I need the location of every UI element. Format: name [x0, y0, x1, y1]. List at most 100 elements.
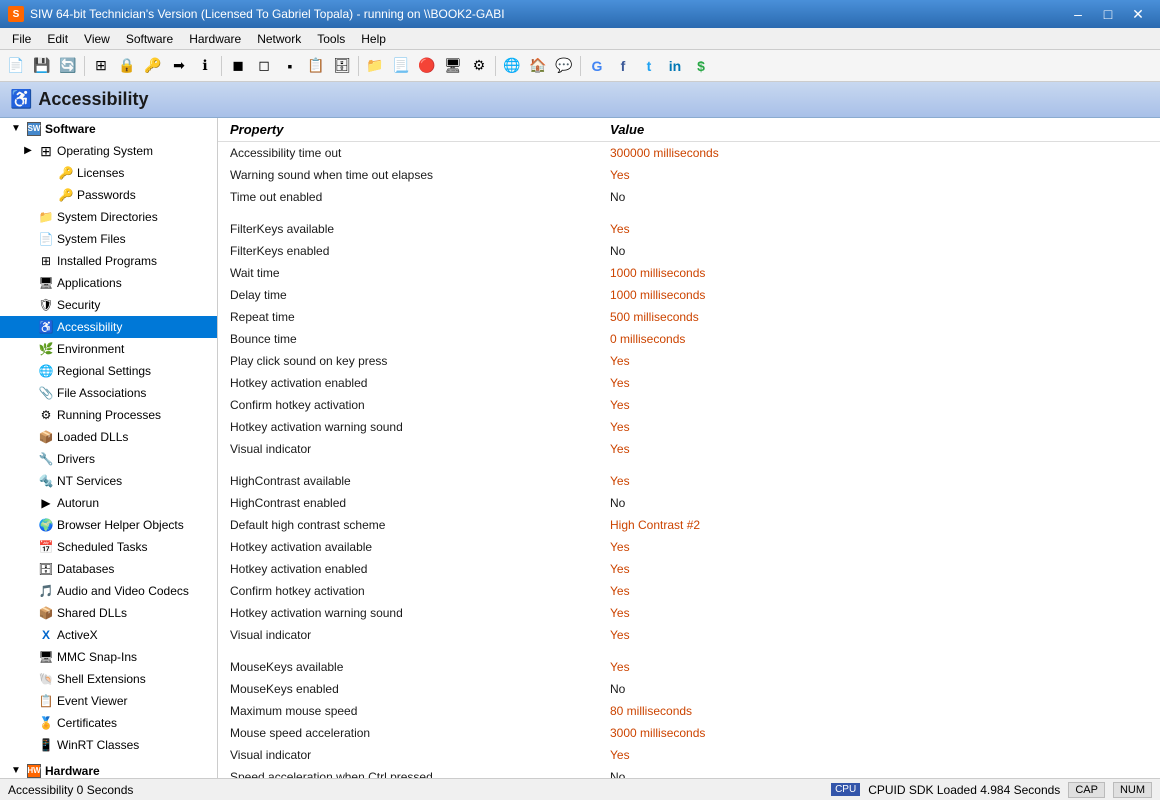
table-row: Maximum mouse speed80 milliseconds	[218, 700, 1160, 722]
menu-file[interactable]: File	[4, 30, 39, 48]
property-value: 3000 milliseconds	[598, 722, 1160, 744]
toolbar-save[interactable]: 💾	[30, 54, 54, 78]
sidebar-item-fileassoc[interactable]: 📎 File Associations	[0, 382, 217, 404]
toolbar-ie[interactable]: 🌐	[500, 54, 524, 78]
table-row: Play click sound on key pressYes	[218, 350, 1160, 372]
sidebar-item-dlls[interactable]: 📦 Loaded DLLs	[0, 426, 217, 448]
expander-os[interactable]: ▶	[20, 143, 36, 159]
toolbar-square1[interactable]: ◼	[226, 54, 250, 78]
toolbar-gear[interactable]: ⚙	[467, 54, 491, 78]
sidebar-item-tasks[interactable]: 📅 Scheduled Tasks	[0, 536, 217, 558]
toolbar-square3[interactable]: ▪	[278, 54, 302, 78]
status-text: Accessibility 0 Seconds	[8, 783, 133, 797]
toolbar-square2[interactable]: ◻	[252, 54, 276, 78]
sidebar-item-sysfiles[interactable]: 📄 System Files	[0, 228, 217, 250]
toolbar-key[interactable]: 🔑	[141, 54, 165, 78]
toolbar-info[interactable]: ℹ	[193, 54, 217, 78]
sidebar-item-licenses[interactable]: 🔑 Licenses	[0, 162, 217, 184]
sidebar-item-sysdirs[interactable]: 📁 System Directories	[0, 206, 217, 228]
sidebar-item-drivers[interactable]: 🔧 Drivers	[0, 448, 217, 470]
events-icon: 📋	[38, 693, 54, 709]
passwords-icon: 🔑	[58, 187, 74, 203]
toolbar-paper[interactable]: 📃	[389, 54, 413, 78]
menu-software[interactable]: Software	[118, 30, 181, 48]
toolbar-msg[interactable]: 💬	[552, 54, 576, 78]
sidebar-item-processes[interactable]: ⚙ Running Processes	[0, 404, 217, 426]
toolbar-refresh[interactable]: 🔄	[56, 54, 80, 78]
toolbar-g[interactable]: G	[585, 54, 609, 78]
menu-view[interactable]: View	[76, 30, 118, 48]
sidebar-item-programs[interactable]: ⊞ Installed Programs	[0, 250, 217, 272]
processes-icon: ⚙	[38, 407, 54, 423]
toolbar-monitor[interactable]: 🖥	[441, 54, 465, 78]
table-row: Visual indicatorYes	[218, 624, 1160, 646]
toolbar-db[interactable]: 🗄	[330, 54, 354, 78]
sidebar-item-activex[interactable]: X ActiveX	[0, 624, 217, 646]
menu-hardware[interactable]: Hardware	[181, 30, 249, 48]
table-row: Hotkey activation warning soundYes	[218, 416, 1160, 438]
toolbar-li[interactable]: in	[663, 54, 687, 78]
cpuid-text: CPUID SDK Loaded 4.984 Seconds	[868, 783, 1060, 797]
toolbar-circle-red[interactable]: 🔴	[415, 54, 439, 78]
toolbar-arrow[interactable]: ➡	[167, 54, 191, 78]
hardware-label: Hardware	[45, 762, 100, 778]
toolbar-tw[interactable]: t	[637, 54, 661, 78]
apps-label: Applications	[57, 274, 122, 292]
sidebar-item-mmc[interactable]: 🖥 MMC Snap-Ins	[0, 646, 217, 668]
property-table: Property Value Accessibility time out300…	[218, 118, 1160, 778]
sidebar-item-hardware[interactable]: ▼ HW Hardware	[0, 760, 217, 778]
table-row: MouseKeys enabledNo	[218, 678, 1160, 700]
toolbar-home[interactable]: 🏠	[526, 54, 550, 78]
sidebar-item-regional[interactable]: 🌐 Regional Settings	[0, 360, 217, 382]
table-row: HighContrast availableYes	[218, 470, 1160, 492]
sidebar-item-passwords[interactable]: 🔑 Passwords	[0, 184, 217, 206]
toolbar-folder[interactable]: 📁	[363, 54, 387, 78]
menu-help[interactable]: Help	[353, 30, 394, 48]
sidebar-item-services[interactable]: 🔩 NT Services	[0, 470, 217, 492]
sidebar-item-os[interactable]: ▶ ⊞ Operating System	[0, 140, 217, 162]
property-name: FilterKeys available	[218, 218, 598, 240]
sidebar-item-software[interactable]: ▼ SW Software	[0, 118, 217, 140]
page-title: Accessibility	[38, 89, 148, 110]
toolbar-sep-1	[84, 56, 85, 76]
property-value: Yes	[598, 350, 1160, 372]
sidebar-item-databases[interactable]: 🗄 Databases	[0, 558, 217, 580]
expander-hardware[interactable]: ▼	[8, 763, 24, 778]
property-value: Yes	[598, 656, 1160, 678]
toolbar-grid[interactable]: ⊞	[89, 54, 113, 78]
menu-edit[interactable]: Edit	[39, 30, 76, 48]
sidebar-item-apps[interactable]: 🖥 Applications	[0, 272, 217, 294]
sidebar-item-bho[interactable]: 🌍 Browser Helper Objects	[0, 514, 217, 536]
winrt-label: WinRT Classes	[57, 736, 139, 754]
sidebar-item-shareddlls[interactable]: 📦 Shared DLLs	[0, 602, 217, 624]
toolbar-clip[interactable]: 📋	[304, 54, 328, 78]
sidebar-item-environment[interactable]: 🌿 Environment	[0, 338, 217, 360]
toolbar-dollar[interactable]: $	[689, 54, 713, 78]
menu-network[interactable]: Network	[249, 30, 309, 48]
col-value: Value	[598, 118, 1160, 142]
sidebar-item-codecs[interactable]: 🎵 Audio and Video Codecs	[0, 580, 217, 602]
property-value: 80 milliseconds	[598, 700, 1160, 722]
toolbar-lock[interactable]: 🔒	[115, 54, 139, 78]
sidebar[interactable]: ▼ SW Software ▶ ⊞ Operating System 🔑 Lic…	[0, 118, 218, 778]
toolbar-fb[interactable]: f	[611, 54, 635, 78]
menu-tools[interactable]: Tools	[309, 30, 353, 48]
sidebar-item-security[interactable]: 🛡 Security	[0, 294, 217, 316]
environment-label: Environment	[57, 340, 124, 358]
fileassoc-icon: 📎	[38, 385, 54, 401]
table-row: Visual indicatorYes	[218, 438, 1160, 460]
property-name: Accessibility time out	[218, 142, 598, 165]
sidebar-item-shell[interactable]: 🐚 Shell Extensions	[0, 668, 217, 690]
toolbar-new[interactable]: 📄	[4, 54, 28, 78]
sidebar-item-events[interactable]: 📋 Event Viewer	[0, 690, 217, 712]
sidebar-item-autorun[interactable]: ▶ Autorun	[0, 492, 217, 514]
sidebar-item-certs[interactable]: 🏅 Certificates	[0, 712, 217, 734]
sidebar-item-winrt[interactable]: 📱 WinRT Classes	[0, 734, 217, 756]
minimize-button[interactable]: –	[1064, 0, 1092, 28]
property-name: Warning sound when time out elapses	[218, 164, 598, 186]
databases-icon: 🗄	[38, 561, 54, 577]
maximize-button[interactable]: □	[1094, 0, 1122, 28]
close-button[interactable]: ✕	[1124, 0, 1152, 28]
expander-software[interactable]: ▼	[8, 121, 24, 137]
sidebar-item-accessibility[interactable]: ♿ Accessibility	[0, 316, 217, 338]
